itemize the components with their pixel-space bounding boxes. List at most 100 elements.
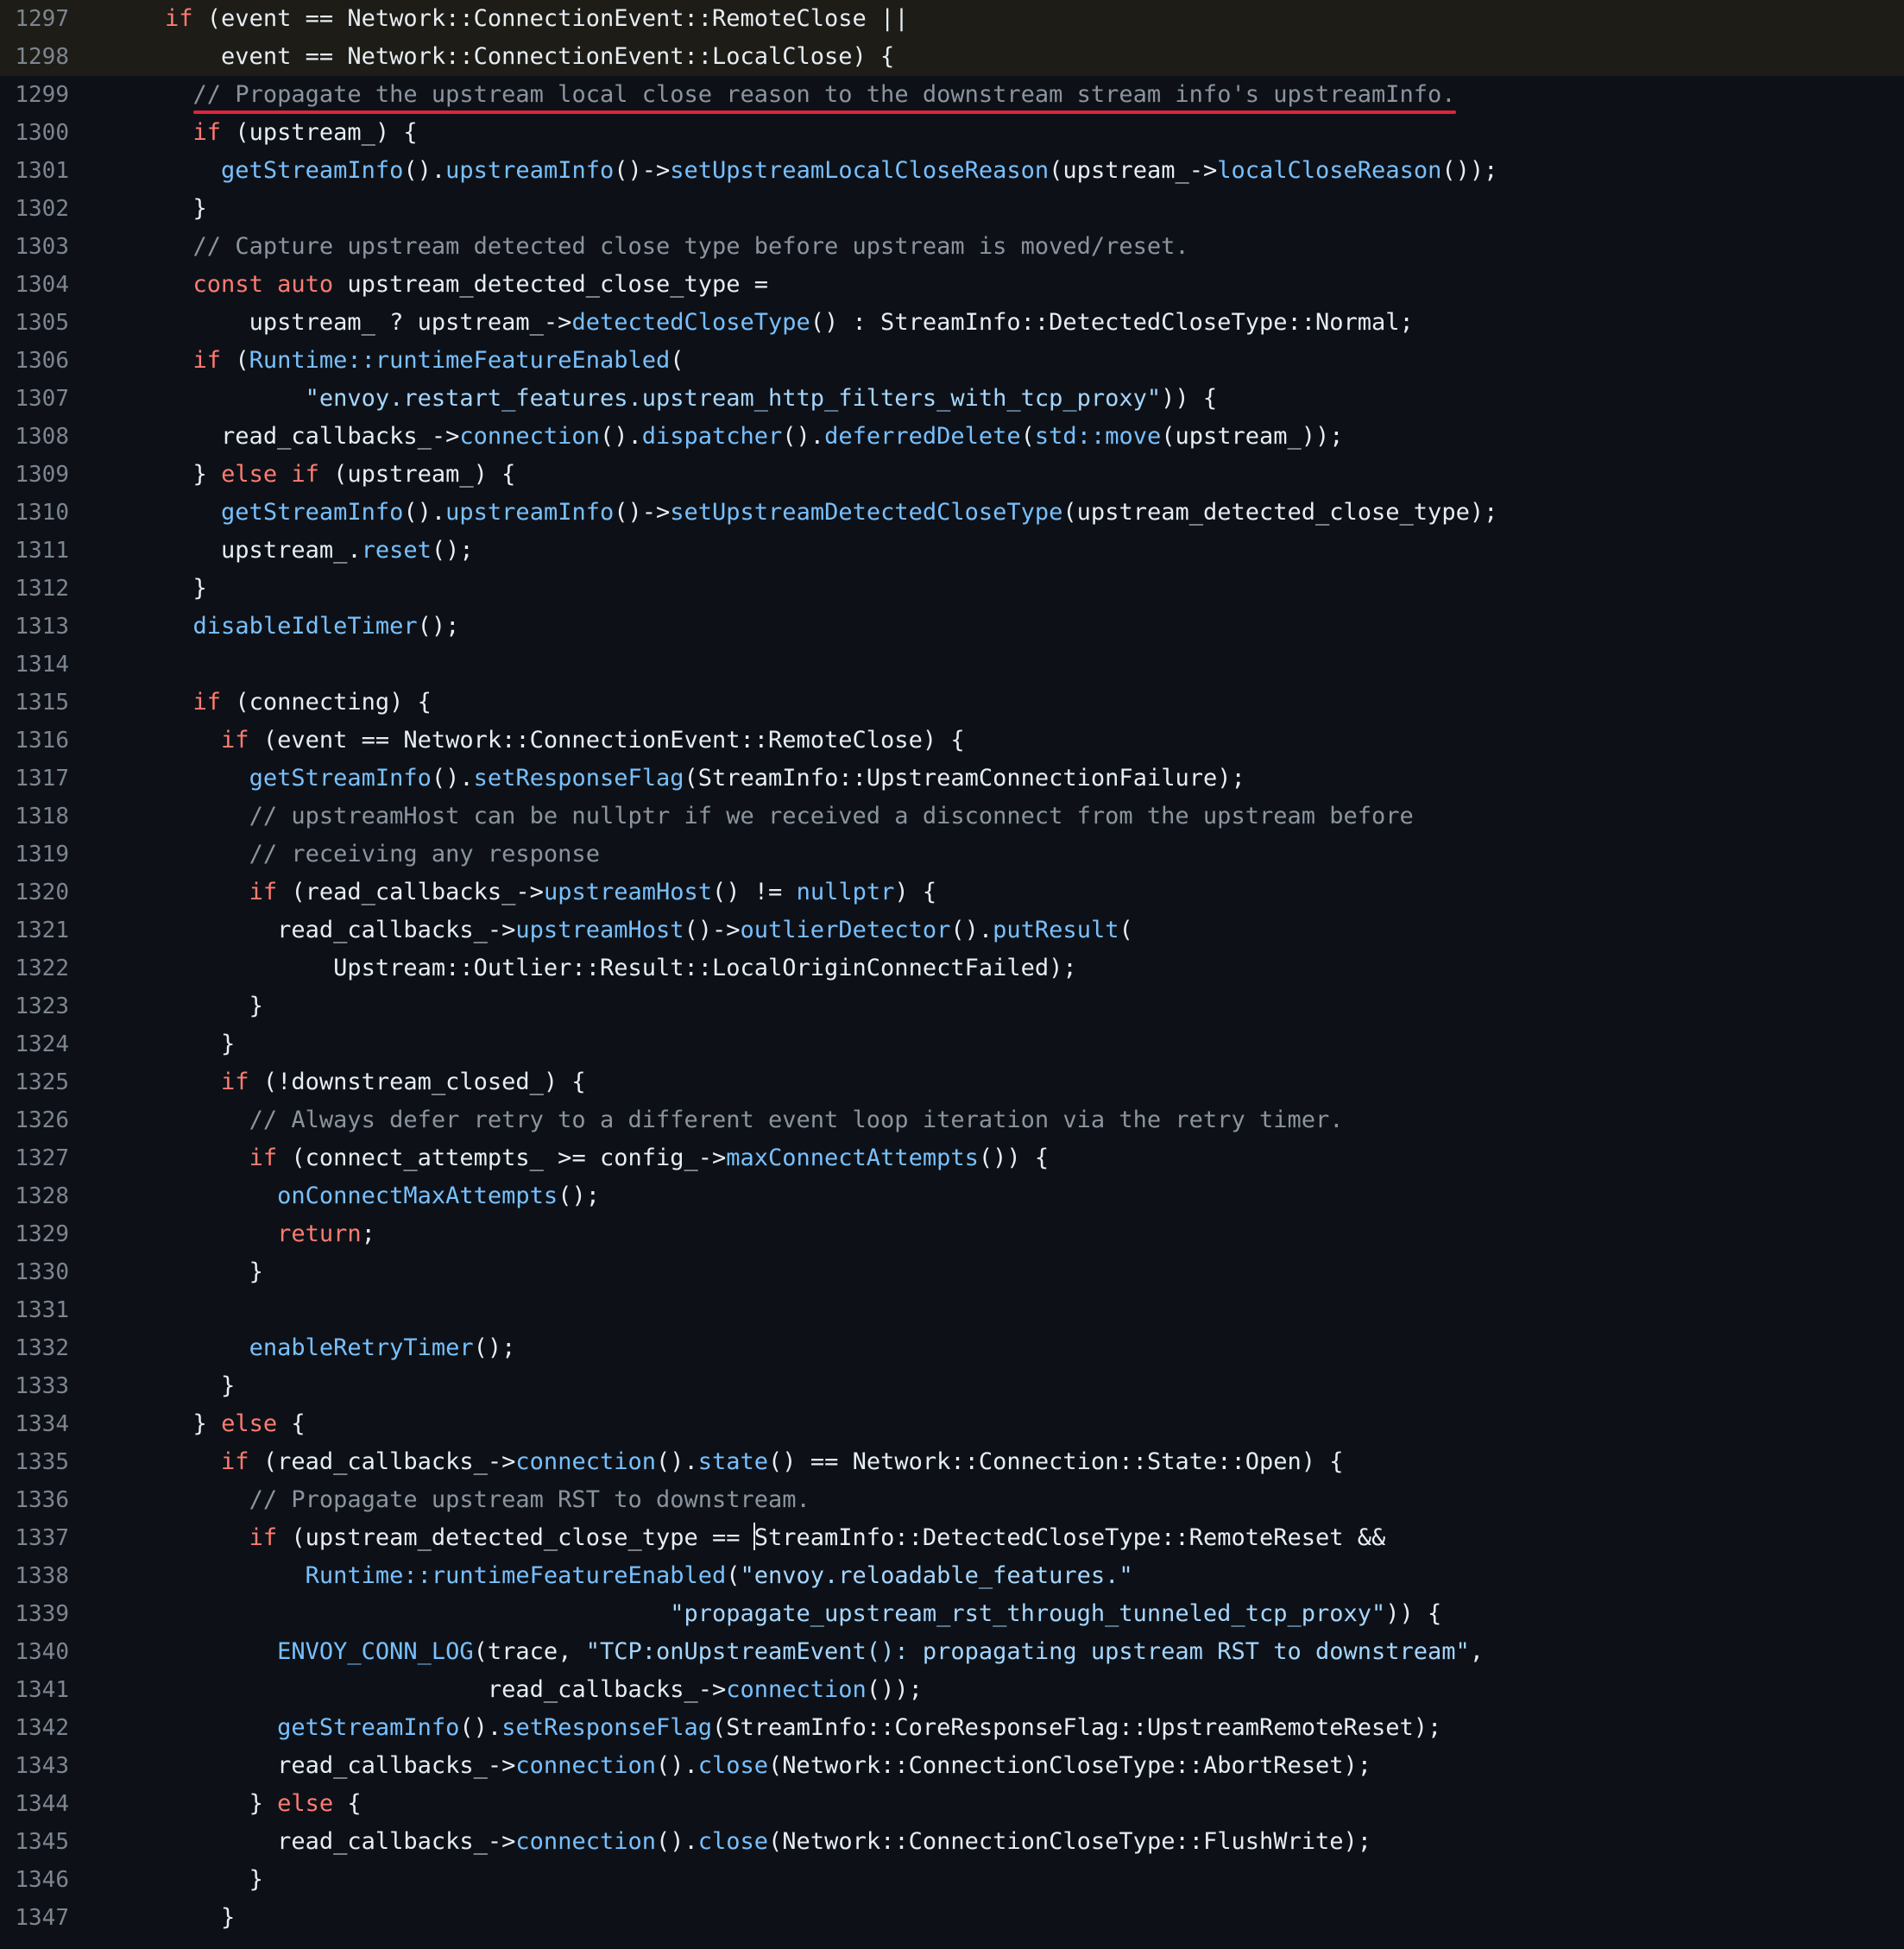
line-number[interactable]: 1321: [0, 911, 69, 949]
code-line[interactable]: 1309 } else if (upstream_) {: [0, 456, 1904, 494]
code-line[interactable]: 1306 if (Runtime::runtimeFeatureEnabled(: [0, 342, 1904, 380]
code-line[interactable]: 1334 } else {: [0, 1405, 1904, 1443]
code-line[interactable]: 1321 read_callbacks_->upstreamHost()->ou…: [0, 911, 1904, 949]
code-line[interactable]: 1318 // upstreamHost can be nullptr if w…: [0, 798, 1904, 836]
line-number[interactable]: 1311: [0, 532, 69, 570]
code-line[interactable]: 1302 }: [0, 190, 1904, 228]
line-number[interactable]: 1335: [0, 1443, 69, 1481]
code-line[interactable]: 1328 onConnectMaxAttempts();: [0, 1177, 1904, 1215]
code-line[interactable]: 1338 Runtime::runtimeFeatureEnabled("env…: [0, 1557, 1904, 1595]
code-line[interactable]: 1304 const auto upstream_detected_close_…: [0, 266, 1904, 304]
line-number[interactable]: 1331: [0, 1291, 69, 1329]
line-number[interactable]: 1342: [0, 1709, 69, 1747]
code-line[interactable]: 1326 // Always defer retry to a differen…: [0, 1101, 1904, 1139]
line-number[interactable]: 1334: [0, 1405, 69, 1443]
line-number[interactable]: 1336: [0, 1481, 69, 1519]
code-line[interactable]: 1347 }: [0, 1899, 1904, 1937]
code-line[interactable]: 1322 Upstream::Outlier::Result::LocalOri…: [0, 949, 1904, 987]
line-number[interactable]: 1319: [0, 836, 69, 874]
code-line[interactable]: 1313 disableIdleTimer();: [0, 608, 1904, 646]
line-number[interactable]: 1303: [0, 228, 69, 266]
code-line[interactable]: 1343 read_callbacks_->connection().close…: [0, 1747, 1904, 1785]
code-line[interactable]: 1327 if (connect_attempts_ >= config_->m…: [0, 1139, 1904, 1177]
line-number[interactable]: 1300: [0, 114, 69, 152]
line-number[interactable]: 1326: [0, 1101, 69, 1139]
code-line[interactable]: 1342 getStreamInfo().setResponseFlag(Str…: [0, 1709, 1904, 1747]
code-line[interactable]: 1298 event == Network::ConnectionEvent::…: [0, 38, 1904, 76]
line-number[interactable]: 1329: [0, 1215, 69, 1253]
line-number[interactable]: 1302: [0, 190, 69, 228]
line-number[interactable]: 1299: [0, 76, 69, 114]
code-line[interactable]: 1319 // receiving any response: [0, 836, 1904, 874]
line-number[interactable]: 1298: [0, 38, 69, 76]
line-number[interactable]: 1341: [0, 1671, 69, 1709]
line-number[interactable]: 1297: [0, 0, 69, 38]
code-line[interactable]: 1333 }: [0, 1367, 1904, 1405]
code-line[interactable]: 1299 // Propagate the upstream local clo…: [0, 76, 1904, 114]
code-line[interactable]: 1307 "envoy.restart_features.upstream_ht…: [0, 380, 1904, 418]
line-number[interactable]: 1333: [0, 1367, 69, 1405]
line-number[interactable]: 1309: [0, 456, 69, 494]
code-line[interactable]: 1311 upstream_.reset();: [0, 532, 1904, 570]
line-number[interactable]: 1323: [0, 987, 69, 1025]
line-number[interactable]: 1344: [0, 1785, 69, 1823]
code-line[interactable]: 1312 }: [0, 570, 1904, 608]
line-number[interactable]: 1318: [0, 798, 69, 836]
line-number[interactable]: 1313: [0, 608, 69, 646]
code-line[interactable]: 1331: [0, 1291, 1904, 1329]
line-number[interactable]: 1324: [0, 1025, 69, 1063]
line-number[interactable]: 1340: [0, 1633, 69, 1671]
line-number[interactable]: 1337: [0, 1519, 69, 1557]
code-line[interactable]: 1340 ENVOY_CONN_LOG(trace, "TCP:onUpstre…: [0, 1633, 1904, 1671]
line-number[interactable]: 1310: [0, 494, 69, 532]
code-line[interactable]: 1297 if (event == Network::ConnectionEve…: [0, 0, 1904, 38]
line-number[interactable]: 1306: [0, 342, 69, 380]
code-line[interactable]: 1320 if (read_callbacks_->upstreamHost()…: [0, 874, 1904, 911]
code-line[interactable]: 1345 read_callbacks_->connection().close…: [0, 1823, 1904, 1861]
code-line[interactable]: 1329 return;: [0, 1215, 1904, 1253]
line-number[interactable]: 1330: [0, 1253, 69, 1291]
code-line[interactable]: 1303 // Capture upstream detected close …: [0, 228, 1904, 266]
line-number[interactable]: 1346: [0, 1861, 69, 1899]
line-number[interactable]: 1325: [0, 1063, 69, 1101]
code-line[interactable]: 1317 getStreamInfo().setResponseFlag(Str…: [0, 760, 1904, 798]
line-number[interactable]: 1305: [0, 304, 69, 342]
code-line[interactable]: 1315 if (connecting) {: [0, 684, 1904, 722]
line-number[interactable]: 1304: [0, 266, 69, 304]
code-line[interactable]: 1316 if (event == Network::ConnectionEve…: [0, 722, 1904, 760]
code-line[interactable]: 1310 getStreamInfo().upstreamInfo()->set…: [0, 494, 1904, 532]
code-line[interactable]: 1341 read_callbacks_->connection());: [0, 1671, 1904, 1709]
line-number[interactable]: 1345: [0, 1823, 69, 1861]
code-line[interactable]: 1308 read_callbacks_->connection().dispa…: [0, 418, 1904, 456]
code-line[interactable]: 1339 "propagate_upstream_rst_through_tun…: [0, 1595, 1904, 1633]
line-number[interactable]: 1339: [0, 1595, 69, 1633]
code-line[interactable]: 1301 getStreamInfo().upstreamInfo()->set…: [0, 152, 1904, 190]
code-line[interactable]: 1344 } else {: [0, 1785, 1904, 1823]
line-number[interactable]: 1322: [0, 949, 69, 987]
code-line[interactable]: 1323 }: [0, 987, 1904, 1025]
code-line[interactable]: 1335 if (read_callbacks_->connection().s…: [0, 1443, 1904, 1481]
code-view[interactable]: 1297 if (event == Network::ConnectionEve…: [0, 0, 1904, 1949]
line-number[interactable]: 1312: [0, 570, 69, 608]
code-line[interactable]: 1332 enableRetryTimer();: [0, 1329, 1904, 1367]
line-number[interactable]: 1315: [0, 684, 69, 722]
code-line[interactable]: 1300 if (upstream_) {: [0, 114, 1904, 152]
line-number[interactable]: 1347: [0, 1899, 69, 1937]
code-line[interactable]: 1305 upstream_ ? upstream_->detectedClos…: [0, 304, 1904, 342]
code-line[interactable]: 1314: [0, 646, 1904, 684]
code-line[interactable]: 1336 // Propagate upstream RST to downst…: [0, 1481, 1904, 1519]
line-number[interactable]: 1317: [0, 760, 69, 798]
line-number[interactable]: 1320: [0, 874, 69, 911]
line-number[interactable]: 1307: [0, 380, 69, 418]
code-line[interactable]: 1346 }: [0, 1861, 1904, 1899]
line-number[interactable]: 1327: [0, 1139, 69, 1177]
code-line[interactable]: 1330 }: [0, 1253, 1904, 1291]
line-number[interactable]: 1328: [0, 1177, 69, 1215]
line-number[interactable]: 1343: [0, 1747, 69, 1785]
code-line[interactable]: 1324 }: [0, 1025, 1904, 1063]
line-number[interactable]: 1332: [0, 1329, 69, 1367]
line-number[interactable]: 1308: [0, 418, 69, 456]
line-number[interactable]: 1338: [0, 1557, 69, 1595]
line-number[interactable]: 1314: [0, 646, 69, 684]
code-line[interactable]: 1325 if (!downstream_closed_) {: [0, 1063, 1904, 1101]
